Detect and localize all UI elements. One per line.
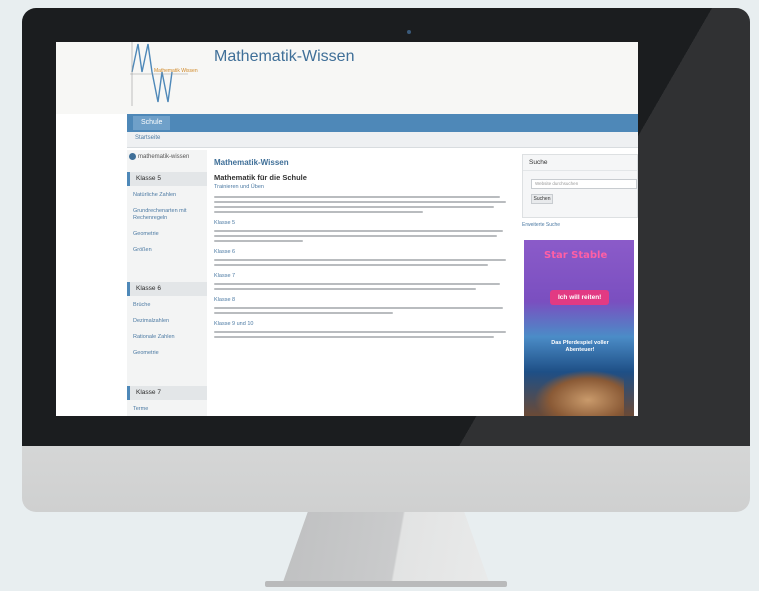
text-block — [214, 283, 512, 290]
text-block — [214, 259, 512, 266]
sidebar-item[interactable]: Brüche — [127, 302, 207, 309]
text-block — [214, 331, 512, 338]
sidebar-group-klasse-7: Klasse 7 Terme — [127, 386, 207, 416]
site-logo-icon[interactable]: Mathematik Wissen — [128, 42, 208, 108]
monitor-stand — [283, 512, 489, 582]
sidebar-item[interactable]: Geometrie — [127, 350, 207, 357]
horse-image — [534, 370, 624, 416]
content-link[interactable]: Klasse 7 — [214, 273, 512, 279]
logo-dot-icon — [129, 153, 136, 160]
sidebar-item[interactable]: Dezimalzahlen — [127, 318, 207, 325]
sidebar-group-title[interactable]: Klasse 6 — [127, 282, 207, 296]
text-block — [214, 307, 512, 314]
content-heading: Mathematik für die Schule — [214, 173, 307, 182]
breadcrumb[interactable]: Startseite — [135, 135, 160, 141]
main-content: Mathematik-Wissen Mathematik für die Sch… — [214, 154, 512, 416]
camera-icon — [407, 30, 411, 34]
left-sidebar: mathematik-wissen Klasse 5 Natürliche Za… — [127, 150, 207, 416]
search-input[interactable]: Website durchsuchen — [531, 179, 637, 189]
page-title: Mathematik-Wissen — [214, 158, 289, 167]
sidebar-group-klasse-6: Klasse 6 Brüche Dezimalzahlen Rationale … — [127, 282, 207, 366]
search-heading: Suche — [523, 155, 637, 171]
sidebar-item[interactable]: Terme — [127, 406, 207, 413]
search-button[interactable]: Suchen — [531, 194, 553, 204]
advertisement-banner[interactable]: Star Stable Ich will reiten! Das Pferdes… — [524, 240, 634, 416]
text-block — [214, 196, 512, 213]
website-screen: Mathematik Wissen Mathematik-Wissen Schu… — [56, 42, 638, 416]
content-link[interactable]: Klasse 9 und 10 — [214, 321, 512, 327]
main-navigation: Schule — [127, 114, 638, 132]
search-widget: Suche Website durchsuchen Suchen — [522, 154, 638, 218]
sidebar-item[interactable]: Grundrechenarten mit Rechenregeln — [127, 208, 207, 222]
site-title[interactable]: Mathematik-Wissen — [214, 48, 354, 66]
sidebar-group-title[interactable]: Klasse 7 — [127, 386, 207, 400]
sidebar-item[interactable]: Natürliche Zahlen — [127, 192, 207, 199]
content-link[interactable]: Klasse 8 — [214, 297, 512, 303]
advanced-search-link[interactable]: Erweiterte Suche — [522, 222, 560, 228]
breadcrumb-bar: Startseite — [127, 132, 638, 148]
svg-text:Mathematik Wissen: Mathematik Wissen — [154, 68, 198, 74]
site-header: Mathematik Wissen Mathematik-Wissen — [56, 42, 638, 114]
text-block — [214, 230, 512, 242]
sidebar-logo[interactable]: mathematik-wissen — [129, 153, 189, 160]
sidebar-item[interactable]: Größen — [127, 247, 207, 254]
sidebar-group-klasse-5: Klasse 5 Natürliche Zahlen Grundrechenar… — [127, 172, 207, 263]
content-subheading[interactable]: Trainieren und Üben — [214, 184, 512, 190]
sidebar-item[interactable]: Rationale Zahlen — [127, 334, 207, 341]
nav-home-button[interactable]: Schule — [133, 116, 171, 130]
ad-brand-logo: Star Stable — [544, 250, 608, 261]
content-link[interactable]: Klasse 6 — [214, 249, 512, 255]
ad-tagline: Das Pferdespiel voller Abenteuer! — [551, 340, 609, 353]
monitor-chin — [22, 446, 750, 512]
sidebar-group-title[interactable]: Klasse 5 — [127, 172, 207, 186]
sidebar-item[interactable]: Geometrie — [127, 231, 207, 238]
monitor-stand-base — [265, 581, 507, 587]
ad-cta-button[interactable]: Ich will reiten! — [550, 290, 610, 305]
content-link[interactable]: Klasse 5 — [214, 220, 512, 226]
